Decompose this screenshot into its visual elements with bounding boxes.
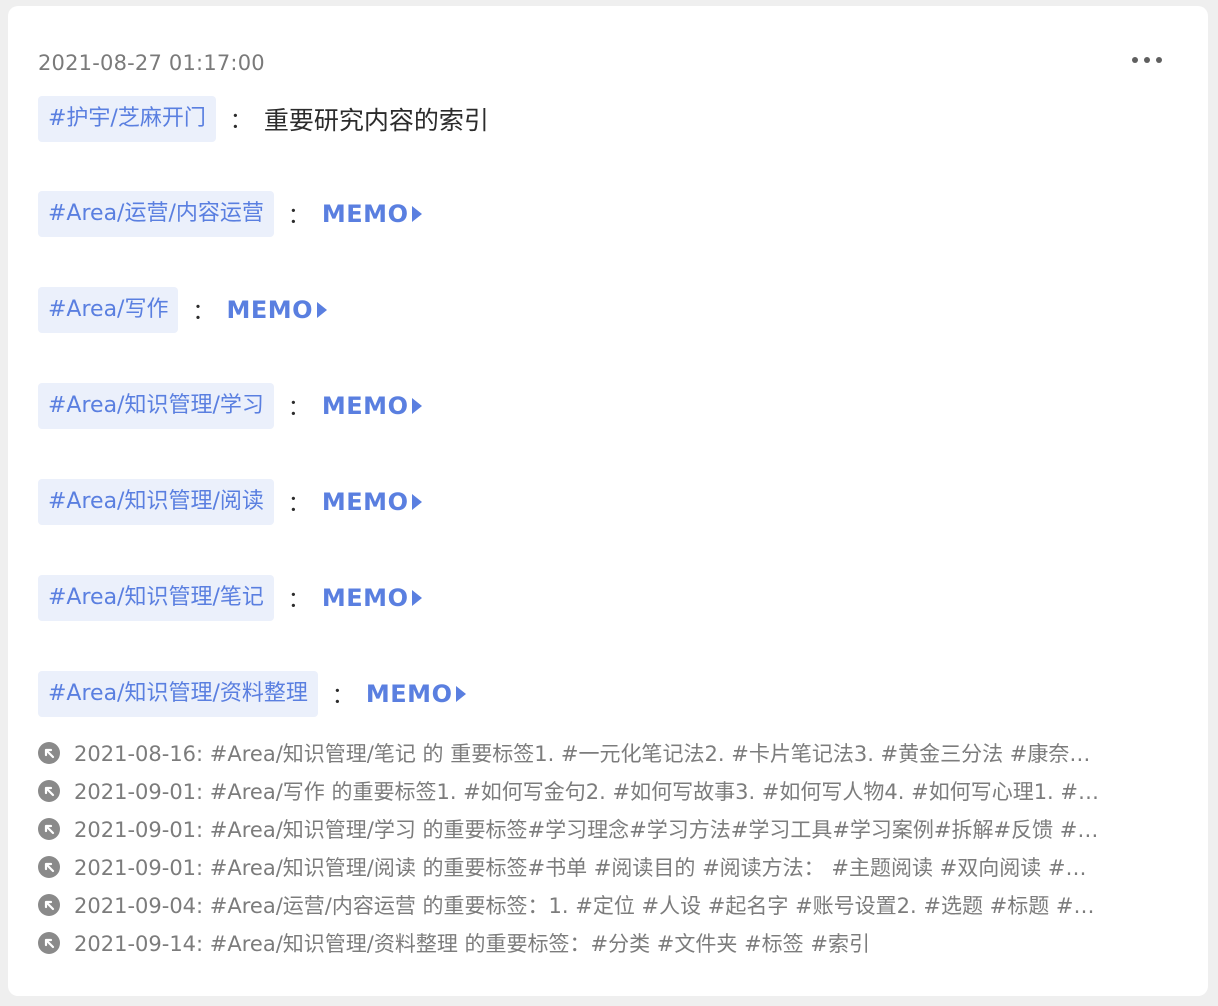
triangle-right-icon: [412, 398, 423, 414]
colon: ：: [287, 492, 310, 517]
tag-link[interactable]: #Area/知识管理/学习: [38, 383, 274, 429]
memo-link[interactable]: MEMO: [366, 680, 467, 708]
tag-link[interactable]: #Area/知识管理/阅读: [38, 479, 274, 525]
dot: [1144, 57, 1150, 63]
reference-text: 2021-09-01: #Area/知识管理/阅读 的重要标签#书单 #阅读目的…: [74, 856, 1087, 880]
memo-link[interactable]: MEMO: [227, 296, 328, 324]
memo-link[interactable]: MEMO: [322, 392, 423, 420]
entry-row: #Area/写作 ： MEMO: [38, 287, 328, 333]
reference-item[interactable]: 2021-09-01: #Area/知识管理/阅读 的重要标签#书单 #阅读目的…: [38, 848, 1178, 886]
memo-card: 2021-08-27 01:17:00 #护宇/芝麻开门 ： 重要研究内容的索引…: [8, 6, 1208, 996]
dot: [1132, 57, 1138, 63]
more-options-icon[interactable]: [1132, 50, 1162, 70]
memo-link-label: MEMO: [226, 296, 314, 324]
colon: ：: [331, 684, 354, 709]
tag-link[interactable]: #Area/写作: [38, 287, 179, 333]
memo-link[interactable]: MEMO: [322, 488, 423, 516]
arrow-up-left-circle-icon: [38, 780, 60, 802]
reference-text: 2021-08-16: #Area/知识管理/笔记 的 重要标签1. #一元化笔…: [74, 742, 1091, 766]
arrow-up-left-circle-icon: [38, 742, 60, 764]
triangle-right-icon: [456, 686, 467, 702]
dot: [1156, 57, 1162, 63]
memo-link-label: MEMO: [321, 584, 409, 612]
header-row: #护宇/芝麻开门 ： 重要研究内容的索引: [38, 96, 489, 142]
triangle-right-icon: [412, 494, 423, 510]
triangle-right-icon: [412, 590, 423, 606]
entry-row: #Area/知识管理/学习 ： MEMO: [38, 383, 423, 429]
tag-link[interactable]: #Area/知识管理/资料整理: [38, 671, 318, 717]
memo-link-label: MEMO: [365, 680, 453, 708]
entry-row: #Area/知识管理/资料整理 ： MEMO: [38, 671, 467, 717]
header-description: 重要研究内容的索引: [263, 106, 489, 135]
memo-link-label: MEMO: [321, 200, 409, 228]
tag-header[interactable]: #护宇/芝麻开门: [38, 96, 216, 142]
reference-text: 2021-09-04: #Area/运营/内容运营 的重要标签：1. #定位 #…: [74, 894, 1095, 918]
memo-link[interactable]: MEMO: [322, 200, 423, 228]
references-list: 2021-08-16: #Area/知识管理/笔记 的 重要标签1. #一元化笔…: [38, 734, 1178, 962]
arrow-up-left-circle-icon: [38, 894, 60, 916]
reference-text: 2021-09-14: #Area/知识管理/资料整理 的重要标签：#分类 #文…: [74, 932, 870, 956]
memo-link-label: MEMO: [321, 488, 409, 516]
entry-row: #Area/知识管理/笔记 ： MEMO: [38, 575, 423, 621]
memo-timestamp: 2021-08-27 01:17:00: [38, 51, 265, 75]
colon: ：: [287, 588, 310, 613]
colon: ：: [192, 300, 215, 325]
colon: ：: [287, 396, 310, 421]
entry-row: #Area/运营/内容运营 ： MEMO: [38, 191, 423, 237]
arrow-up-left-circle-icon: [38, 856, 60, 878]
colon: ：: [287, 204, 310, 229]
reference-item[interactable]: 2021-09-14: #Area/知识管理/资料整理 的重要标签：#分类 #文…: [38, 924, 1178, 962]
triangle-right-icon: [412, 206, 423, 222]
reference-item[interactable]: 2021-09-01: #Area/知识管理/学习 的重要标签#学习理念#学习方…: [38, 810, 1178, 848]
tag-link[interactable]: #Area/运营/内容运营: [38, 191, 274, 237]
reference-text: 2021-09-01: #Area/写作 的重要标签1. #如何写金句2. #如…: [74, 780, 1099, 804]
entry-row: #Area/知识管理/阅读 ： MEMO: [38, 479, 423, 525]
reference-item[interactable]: 2021-08-16: #Area/知识管理/笔记 的 重要标签1. #一元化笔…: [38, 734, 1178, 772]
reference-text: 2021-09-01: #Area/知识管理/学习 的重要标签#学习理念#学习方…: [74, 818, 1099, 842]
reference-item[interactable]: 2021-09-04: #Area/运营/内容运营 的重要标签：1. #定位 #…: [38, 886, 1178, 924]
reference-item[interactable]: 2021-09-01: #Area/写作 的重要标签1. #如何写金句2. #如…: [38, 772, 1178, 810]
arrow-up-left-circle-icon: [38, 932, 60, 954]
memo-link[interactable]: MEMO: [322, 584, 423, 612]
tag-link[interactable]: #Area/知识管理/笔记: [38, 575, 274, 621]
colon: ：: [229, 109, 252, 134]
triangle-right-icon: [317, 302, 328, 318]
arrow-up-left-circle-icon: [38, 818, 60, 840]
memo-link-label: MEMO: [321, 392, 409, 420]
